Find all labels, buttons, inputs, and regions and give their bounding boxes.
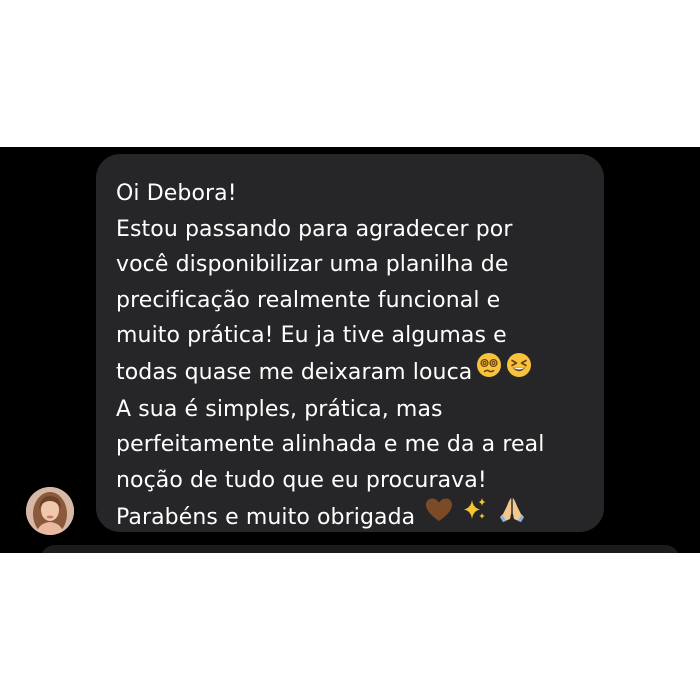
sparkles-emoji-icon: [461, 496, 489, 536]
message-line: noção de tudo que eu procurava!: [116, 467, 487, 493]
folded-hands-emoji-icon: [497, 496, 527, 536]
chat-area: Oi Debora! Estou passando para agradecer…: [0, 147, 700, 553]
message-line: Oi Debora!: [116, 181, 237, 206]
message-line-with-emojis: Parabéns e muito obrigada: [116, 498, 584, 538]
message-line: você disponibilizar uma planilha de: [116, 252, 509, 278]
grinning-squinting-face-emoji-icon: [506, 352, 532, 390]
message-line-text: Parabéns e muito obrigada: [116, 505, 416, 531]
message-line: Estou passando para agradecer por: [116, 216, 513, 242]
next-message-bubble-edge: [40, 545, 680, 553]
message-bubble[interactable]: Oi Debora! Estou passando para agradecer…: [96, 154, 604, 532]
message-line: precificação realmente funcional e: [116, 287, 501, 313]
message-line: perfeitamente alinhada e me da a real: [116, 432, 545, 458]
dizzy-face-emoji-icon: [476, 352, 502, 390]
screenshot-frame: Oi Debora! Estou passando para agradecer…: [0, 0, 700, 700]
message-line-with-emojis: todas quase me deixaram louca: [116, 352, 584, 392]
message-line: A sua é simples, prática, mas: [116, 396, 443, 422]
message-line-text: todas quase me deixaram louca: [116, 359, 473, 385]
brown-heart-emoji-icon: [425, 497, 453, 535]
sender-avatar[interactable]: [26, 487, 74, 535]
message-line: muito prática! Eu ja tive algumas e: [116, 323, 507, 349]
